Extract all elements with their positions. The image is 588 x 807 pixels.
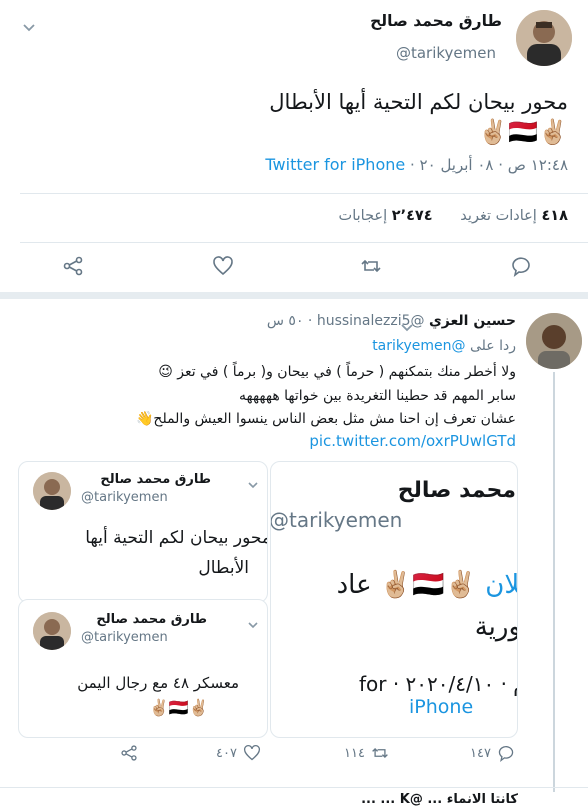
reply-share-button[interactable] (120, 744, 138, 766)
retweet-icon (372, 747, 388, 759)
heart-icon (213, 256, 233, 276)
card-emoji: ✌🏼🇾🇪✌🏼 (149, 698, 209, 717)
tweet-timestamp[interactable]: ١٢:٤٨ ص · ٠٨ أبريل ٢٠ · (410, 156, 568, 174)
tweet-meta: ١٢:٤٨ ص · ٠٨ أبريل ٢٠ · Twitter for iPho… (265, 155, 568, 174)
card-text-line-1: #عهيلان ✌🏼🇾🇪✌🏼 عاد (336, 570, 517, 600)
tweet-action-bar (0, 255, 588, 285)
tweet-stats: ٤١٨ إعادات تغريد ٢٬٤٧٤ إعجابات (339, 208, 568, 224)
reply-age[interactable]: ٥٠ س (267, 313, 304, 329)
retweets-stat[interactable]: ٤١٨ إعادات تغريد (456, 208, 568, 224)
card-author-name: طارق محمد صالح (397, 478, 517, 503)
reply-button[interactable] (510, 255, 532, 281)
reply-icon (498, 745, 514, 762)
card-author-handle: @tarikyemen (270, 508, 403, 532)
reply-like-count: ٤٠٧ (216, 745, 237, 761)
chevron-down-icon[interactable] (247, 474, 259, 493)
reply-reply-count: ١٤٧ (470, 745, 491, 761)
embedded-tweet-card[interactable]: طارق محمد صالح @tarikyemen #عهيلان ✌🏼🇾🇪✌… (270, 461, 518, 738)
card-avatar (33, 472, 71, 510)
reply-author-name[interactable]: حسين العزي (429, 313, 516, 329)
card-avatar (33, 612, 71, 650)
reply-action-bar: ١٤٧ ١١٤ ٤٠٧ (0, 744, 588, 774)
embedded-tweet-card[interactable]: طارق محمد صالح @tarikyemen معسكر ٤٨ مع ر… (18, 599, 268, 738)
likes-label: إعجابات (338, 208, 388, 224)
card-text-1: عاد (336, 570, 372, 600)
card-author-name: طارق محمد صالح (100, 472, 211, 487)
tweet-emoji-line: ✌🏼🇾🇪✌🏼 (478, 118, 568, 146)
reply-like-button[interactable]: ٤٠٧ (216, 744, 261, 762)
replying-to: ردا على @tarikyemen (372, 338, 516, 354)
reply-media-link[interactable]: pic.twitter.com/oxrPUwlGTd (309, 432, 516, 450)
chevron-down-icon[interactable] (247, 614, 259, 633)
share-icon (63, 256, 83, 276)
reply-icon (512, 257, 530, 277)
retweet-icon (361, 259, 381, 273)
card-author-handle: @tarikyemen (81, 490, 168, 505)
divider (20, 193, 588, 194)
retweet-button[interactable] (360, 255, 382, 281)
next-tweet-peek: كانتا الانماء ... @K ... ... (361, 792, 518, 807)
reply-reply-button[interactable]: ١٤٧ (470, 744, 515, 762)
author-handle[interactable]: @tarikyemen (396, 44, 496, 62)
card-text: معسكر ٤٨ مع رجال اليمن (77, 674, 239, 692)
share-button[interactable] (62, 255, 84, 281)
embedded-tweet-card[interactable]: طارق محمد صالح @tarikyemen محور بيحان لك… (18, 461, 268, 603)
card-author-name: طارق محمد صالح (96, 612, 207, 627)
card-source[interactable]: iPhone (409, 696, 473, 718)
like-button[interactable] (212, 255, 234, 281)
tweet-text: محور بيحان لكم التحية أيها الأبطال (269, 90, 568, 114)
divider (20, 242, 588, 243)
card-hashtag[interactable]: #عهيلان (485, 570, 517, 600)
likes-stat[interactable]: ٢٬٤٧٤ إعجابات (339, 208, 433, 224)
share-icon (121, 745, 137, 761)
reply-avatar[interactable] (526, 313, 582, 369)
retweets-label: إعادات تغريد (460, 208, 537, 224)
replying-to-handle[interactable]: @tarikyemen (372, 338, 465, 354)
card-text-line-2: جمهورية (474, 612, 518, 642)
divider (0, 787, 588, 788)
thread-divider (0, 292, 588, 299)
thread-line (553, 372, 555, 792)
retweets-count: ٤١٨ (541, 208, 568, 224)
reply-menu-chevron-icon[interactable] (400, 318, 414, 337)
card-text-line-2: الأبطال (198, 558, 249, 578)
reply-retweet-button[interactable]: ١١٤ (344, 744, 389, 762)
avatar[interactable] (516, 10, 572, 66)
author-name[interactable]: طارق محمد صالح (370, 12, 502, 30)
card-text-line-1: محور بيحان لكم التحية أيها (85, 528, 268, 548)
reply-text-line-2: سابر المهم قد حطينا التغريدة بين خواتها … (239, 388, 516, 404)
heart-icon (243, 744, 260, 761)
likes-count: ٢٬٤٧٤ (391, 208, 433, 224)
replying-to-label: ردا على (470, 338, 516, 354)
tweet-source[interactable]: Twitter for iPhone (265, 155, 405, 174)
card-author-handle: @tarikyemen (81, 630, 168, 645)
reply-text-line-3: عشان تعرف إن احنا مش مثل بعض الناس ينسوا… (135, 411, 516, 427)
card-time: ٤:٥٣ م · ٢٠٢٠/٤/١٠ · for (358, 672, 517, 696)
reply-retweet-count: ١١٤ (344, 745, 365, 761)
chevron-down-icon[interactable] (22, 22, 36, 36)
main-tweet-header: طارق محمد صالح @tarikyemen (0, 0, 588, 80)
reply-text-line-1: ولا أخطر منك بتمكنهم ( حرماً ) في بيحان … (158, 364, 516, 380)
